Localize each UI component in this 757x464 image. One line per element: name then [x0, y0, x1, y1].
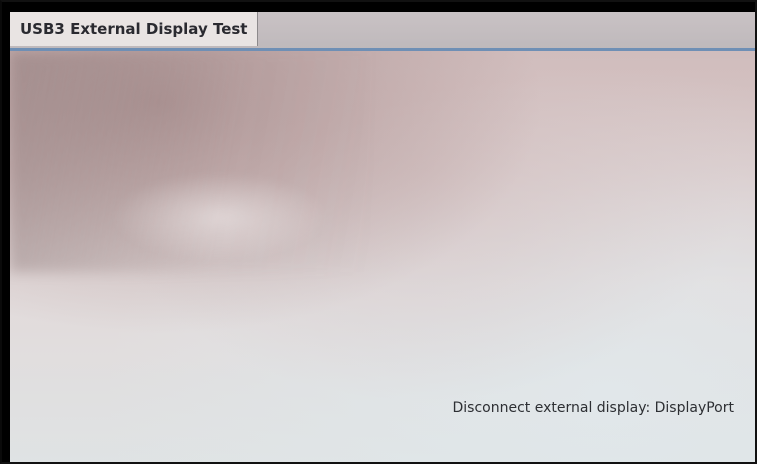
- tab-strip: USB3 External Display Test: [10, 12, 755, 51]
- tab-usb3-external-display-test[interactable]: USB3 External Display Test: [10, 12, 259, 46]
- status-message: Disconnect external display: DisplayPort: [452, 400, 735, 416]
- display-screen: USB3 External Display Test Disconnect ex…: [10, 12, 755, 462]
- photo-frame: USB3 External Display Test Disconnect ex…: [0, 0, 757, 464]
- tab-label: USB3 External Display Test: [20, 20, 248, 38]
